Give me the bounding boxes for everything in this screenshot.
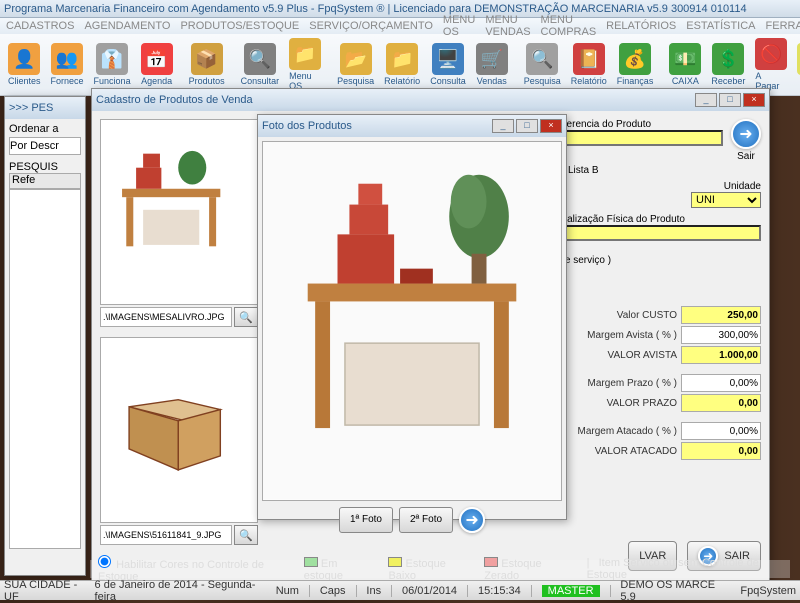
- search-window: >>> PES Ordenar a PESQUIS Refe: [4, 96, 86, 576]
- table-photo-icon: [263, 142, 561, 500]
- service-item-label: Item Serviço ou sem Controle de Estoque: [587, 557, 759, 581]
- menu-menuvendas[interactable]: MENU VENDAS: [481, 14, 534, 38]
- location-input[interactable]: [551, 225, 761, 241]
- image1-browse[interactable]: 🔍: [234, 307, 258, 327]
- menu-relatrios[interactable]: RELATÓRIOS: [602, 20, 680, 32]
- toolbar: 👤Clientes👥Fornece👔Funciona📅Agenda📦Produt…: [0, 34, 800, 96]
- status-caps: Caps: [320, 585, 346, 597]
- order-label: Ordenar a: [9, 123, 81, 135]
- photo-window: Foto dos Produtos _ □ ×: [257, 114, 567, 520]
- close-button[interactable]: ×: [743, 93, 765, 107]
- toolbar-agenda[interactable]: 📅Agenda: [137, 41, 177, 88]
- toolbar-clientes[interactable]: 👤Clientes: [4, 41, 45, 88]
- statusbar: SUA CIDADE - UF 6 de Janeiro de 2014 - S…: [0, 580, 800, 600]
- status-date-long: 6 de Janeiro de 2014 - Segunda-feira: [95, 579, 256, 603]
- search-titlebar: >>> PES: [5, 97, 85, 119]
- service-label: n de serviço ): [551, 255, 761, 266]
- menu-serviooramento[interactable]: SERVIÇO/ORÇAMENTO: [305, 20, 437, 32]
- status-ins: Ins: [366, 585, 381, 597]
- menu-produtosestoque[interactable]: PRODUTOS/ESTOQUE: [176, 20, 303, 32]
- toolbar-fornece[interactable]: 👥Fornece: [47, 41, 88, 88]
- toolbar-relatório[interactable]: 📁Relatório: [380, 41, 424, 88]
- photo-maximize[interactable]: □: [516, 119, 538, 133]
- status-date: 06/01/2014: [402, 585, 457, 597]
- photo-minimize[interactable]: _: [492, 119, 514, 133]
- toolbar-cartas[interactable]: ✉️Cartas: [793, 41, 800, 88]
- menu-cadastros[interactable]: CADASTROS: [2, 20, 78, 32]
- menu-ferramentas[interactable]: FERRAMENTAS: [762, 20, 800, 32]
- workspace: >>> PES Ordenar a PESQUIS Refe Cadastro …: [0, 96, 800, 580]
- product-thumb-1: [100, 119, 258, 305]
- status-time: 15:15:34: [478, 585, 521, 597]
- image1-path[interactable]: [100, 307, 232, 327]
- menu-menuos[interactable]: MENU OS: [439, 14, 479, 38]
- exit-label: Sair: [737, 151, 755, 162]
- product-thumb-2: [100, 337, 258, 523]
- value-atacado-input[interactable]: [681, 442, 761, 460]
- maximize-button[interactable]: □: [719, 93, 741, 107]
- app-titlebar: Programa Marcenaria Financeiro com Agend…: [0, 0, 800, 18]
- toolbar-receber[interactable]: 💲Receber: [707, 41, 749, 88]
- margin-atacado-input[interactable]: [681, 422, 761, 440]
- status-demo: DEMO OS MARCE 5.9: [620, 579, 720, 603]
- toolbar-a pagar[interactable]: 🚫A Pagar: [751, 36, 791, 93]
- photo2-button[interactable]: 2ª Foto: [399, 507, 453, 533]
- photo-next-button[interactable]: ➜: [459, 507, 485, 533]
- minimize-button[interactable]: _: [695, 93, 717, 107]
- toolbar-pesquisa[interactable]: 📂Pesquisa: [333, 41, 378, 88]
- toolbar-vendas[interactable]: 🛒Vendas: [472, 41, 512, 88]
- ref-input[interactable]: [551, 130, 723, 146]
- search-grid[interactable]: [9, 189, 81, 549]
- status-brand: FpqSystem: [740, 585, 796, 597]
- ref-label: Referencia do Produto: [551, 119, 723, 130]
- app-title: Programa Marcenaria Financeiro com Agend…: [4, 3, 747, 15]
- location-label: Localização Física do Produto: [551, 214, 761, 225]
- image2-path[interactable]: [100, 525, 232, 545]
- cost-input[interactable]: [681, 306, 761, 324]
- search-label: PESQUIS: [9, 161, 81, 173]
- photo-titlebar: Foto dos Produtos _ □ ×: [258, 115, 566, 137]
- unit-label: Unidade: [551, 181, 761, 192]
- toolbar-relatório[interactable]: 📔Relatório: [567, 41, 611, 88]
- exit-button[interactable]: ➜: [731, 119, 761, 149]
- toolbar-funciona[interactable]: 👔Funciona: [90, 41, 135, 88]
- menu-estatstica[interactable]: ESTATÍSTICA: [682, 20, 759, 32]
- toolbar-caixa[interactable]: 💵CAIXA: [665, 41, 705, 88]
- toolbar-menu os[interactable]: 📁Menu OS: [285, 36, 325, 93]
- photo-close[interactable]: ×: [540, 119, 562, 133]
- status-city: SUA CIDADE - UF: [4, 579, 85, 603]
- toolbar-pesquisa[interactable]: 🔍Pesquisa: [520, 41, 565, 88]
- toolbar-consultar[interactable]: 🔍Consultar: [237, 41, 284, 88]
- margin-avista-input[interactable]: [681, 326, 761, 344]
- status-master: MASTER: [542, 585, 600, 597]
- menu-agendamento[interactable]: AGENDAMENTO: [80, 20, 174, 32]
- toolbar-produtos[interactable]: 📦Produtos: [185, 41, 229, 88]
- listab-label: Lista B: [568, 165, 599, 176]
- photo-large: [262, 141, 562, 501]
- stock-legend: Habilitar Cores no Controle de Estoque E…: [90, 560, 790, 578]
- menu-menucompras[interactable]: MENU COMPRAS: [537, 14, 601, 38]
- unit-select[interactable]: UNI: [691, 192, 761, 208]
- menubar: CADASTROSAGENDAMENTOPRODUTOS/ESTOQUESERV…: [0, 18, 800, 34]
- status-num: Num: [276, 585, 299, 597]
- value-avista-input[interactable]: [681, 346, 761, 364]
- refe-header: Refe: [9, 173, 81, 189]
- order-field[interactable]: [9, 137, 81, 155]
- image2-browse[interactable]: 🔍: [234, 525, 258, 545]
- margin-prazo-input[interactable]: [681, 374, 761, 392]
- product-titlebar: Cadastro de Produtos de Venda _ □ ×: [92, 89, 769, 111]
- photo1-button[interactable]: 1ª Foto: [339, 507, 393, 533]
- toolbar-consulta[interactable]: 🖥️Consulta: [426, 41, 470, 88]
- toolbar-finanças[interactable]: 💰Finanças: [613, 41, 658, 88]
- desk-image-icon: [101, 338, 241, 504]
- value-prazo-input[interactable]: [681, 394, 761, 412]
- table-image-icon: [101, 120, 241, 286]
